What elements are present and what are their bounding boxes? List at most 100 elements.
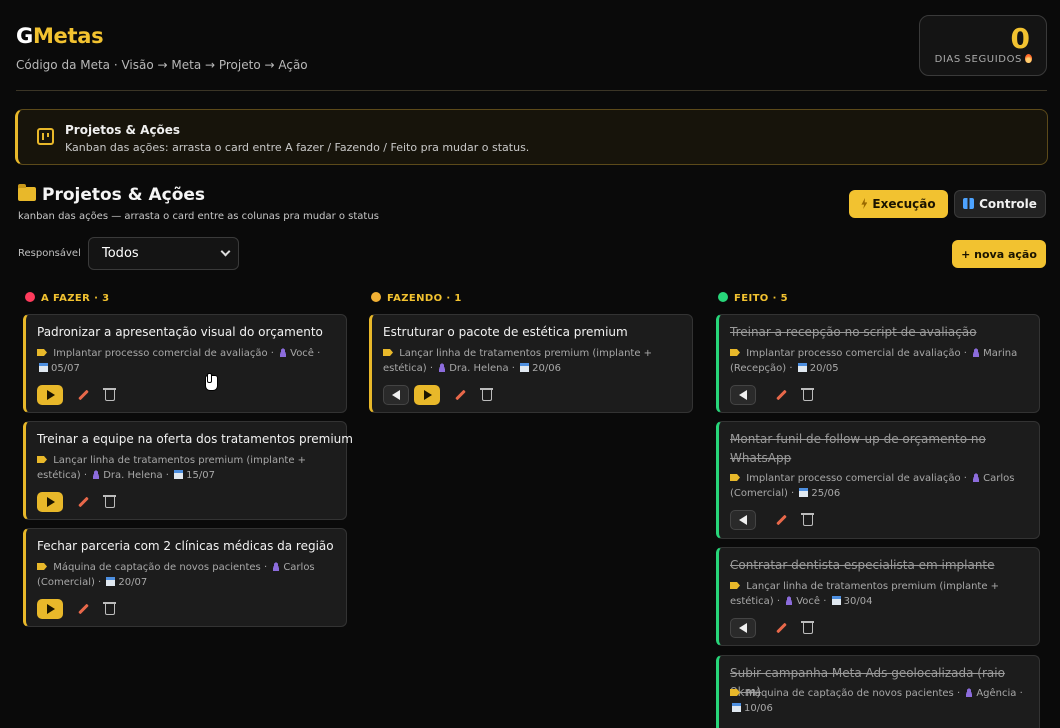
trash-icon[interactable] (103, 601, 116, 615)
card-meta: Implantar processo comercial de avaliaçã… (37, 346, 337, 376)
kanban-card[interactable]: Subir campanha Meta Ads geolocalizada (r… (716, 655, 1040, 728)
status-dot-icon (371, 292, 381, 302)
calendar-icon (797, 363, 807, 372)
card-actions (730, 618, 814, 638)
card-title: Treinar a recepção no script de avaliaçã… (730, 325, 977, 339)
trash-icon[interactable] (801, 620, 814, 634)
user-icon (279, 348, 288, 357)
user-icon (965, 688, 974, 697)
calendar-icon (831, 596, 841, 605)
edit-icon[interactable] (78, 497, 89, 508)
back-button[interactable] (383, 385, 409, 405)
streak-label: DIAS SEGUIDOS (935, 54, 1032, 65)
nova-acao-button[interactable]: + nova ação (952, 240, 1046, 268)
streak-value: 0 (1010, 22, 1030, 55)
back-button[interactable] (730, 618, 756, 638)
app-subtitle: Código da Meta · Visão → Meta → Projeto … (16, 58, 308, 72)
trash-icon[interactable] (801, 387, 814, 401)
folder-icon (18, 184, 36, 201)
hand-cursor-icon (202, 373, 218, 391)
card-meta: Lançar linha de tratamentos premium (imp… (37, 455, 307, 481)
advance-button[interactable] (37, 492, 63, 512)
info-banner: Projetos & Ações Kanban das ações: arras… (15, 109, 1048, 165)
edit-icon[interactable] (78, 390, 89, 401)
card-meta: Máquina de captação de novos pacientes ·… (37, 562, 315, 588)
advance-button[interactable] (414, 385, 440, 405)
card-meta: Implantar processo comercial de avaliaçã… (730, 348, 1018, 374)
card-title: Padronizar a apresentação visual do orça… (37, 325, 323, 339)
user-icon (972, 348, 981, 357)
calendar-icon (799, 488, 809, 497)
edit-icon[interactable] (776, 390, 787, 401)
flame-icon (1025, 54, 1032, 63)
card-title: Treinar a equipe na oferta dos tratament… (37, 432, 353, 446)
calendar-icon (520, 363, 530, 372)
tag-icon (383, 349, 393, 356)
calendar-icon (39, 363, 48, 372)
edit-icon[interactable] (776, 515, 787, 526)
tag-icon (730, 582, 740, 589)
card-actions (37, 492, 116, 512)
tag-icon (730, 689, 740, 696)
kanban-card[interactable]: Treinar a recepção no script de avaliaçã… (716, 314, 1040, 413)
calendar-icon (174, 470, 184, 479)
app-logo: GMetas (16, 24, 104, 48)
tag-icon (730, 349, 740, 356)
app-header: GMetas Código da Meta · Visão → Meta → P… (16, 24, 308, 72)
column-header-done: FEITO · 5 (718, 292, 788, 304)
bolt-icon (861, 198, 868, 209)
card-title: Fechar parceria com 2 clínicas médicas d… (37, 539, 334, 553)
edit-icon[interactable] (776, 623, 787, 634)
kanban-card[interactable]: Fechar parceria com 2 clínicas médicas d… (23, 528, 347, 627)
tag-icon (37, 563, 47, 570)
status-dot-icon (25, 292, 35, 302)
card-actions (37, 385, 116, 405)
user-icon (972, 473, 981, 482)
trash-icon[interactable] (801, 512, 814, 526)
user-icon (272, 562, 281, 571)
header-divider (16, 90, 1047, 91)
edit-icon[interactable] (455, 390, 466, 401)
card-actions (37, 599, 116, 619)
section-subtitle: kanban das ações — arrasta o card entre … (18, 211, 379, 222)
card-meta: Lançar linha de tratamentos premium (imp… (383, 348, 653, 374)
user-icon (92, 470, 101, 479)
kanban-icon (37, 128, 54, 145)
execucao-button[interactable]: Execução (849, 190, 948, 218)
card-actions (730, 510, 814, 530)
chevron-down-icon (220, 246, 231, 257)
column-header-todo: A FAZER · 3 (25, 292, 110, 304)
advance-button[interactable] (37, 385, 63, 405)
controle-button[interactable]: Controle (954, 190, 1046, 218)
card-actions (730, 385, 814, 405)
edit-icon[interactable] (78, 604, 89, 615)
banner-description: Kanban das ações: arrasta o card entre A… (65, 141, 530, 154)
card-meta: Máquina de captação de novos pacientes ·… (730, 686, 1030, 716)
back-button[interactable] (730, 510, 756, 530)
kanban-card[interactable]: Estruturar o pacote de estética premium … (369, 314, 693, 413)
responsavel-label: Responsável (18, 248, 81, 259)
tag-icon (730, 474, 740, 481)
streak-counter: 0 DIAS SEGUIDOS (919, 15, 1047, 76)
kanban-card[interactable]: Contratar dentista especialista em impla… (716, 547, 1040, 646)
trash-icon[interactable] (480, 387, 493, 401)
kanban-card[interactable]: Montar funil de follow-up de orçamento n… (716, 421, 1040, 539)
status-dot-icon (718, 292, 728, 302)
advance-button[interactable] (37, 599, 63, 619)
tag-icon (37, 456, 47, 463)
responsavel-select[interactable]: Todos (88, 237, 239, 270)
user-icon (785, 596, 794, 605)
responsavel-value: Todos (102, 246, 139, 261)
card-title: Contratar dentista especialista em impla… (730, 558, 995, 572)
user-icon (438, 363, 447, 372)
card-meta: Implantar processo comercial de avaliaçã… (730, 473, 1015, 499)
controle-icon (963, 198, 975, 209)
card-meta: Lançar linha de tratamentos premium (imp… (730, 581, 1000, 607)
trash-icon[interactable] (103, 387, 116, 401)
column-header-doing: FAZENDO · 1 (371, 292, 462, 304)
trash-icon[interactable] (103, 494, 116, 508)
back-button[interactable] (730, 385, 756, 405)
kanban-card[interactable]: Padronizar a apresentação visual do orça… (23, 314, 347, 413)
kanban-card[interactable]: Treinar a equipe na oferta dos tratament… (23, 421, 353, 520)
banner-title: Projetos & Ações (65, 123, 181, 137)
